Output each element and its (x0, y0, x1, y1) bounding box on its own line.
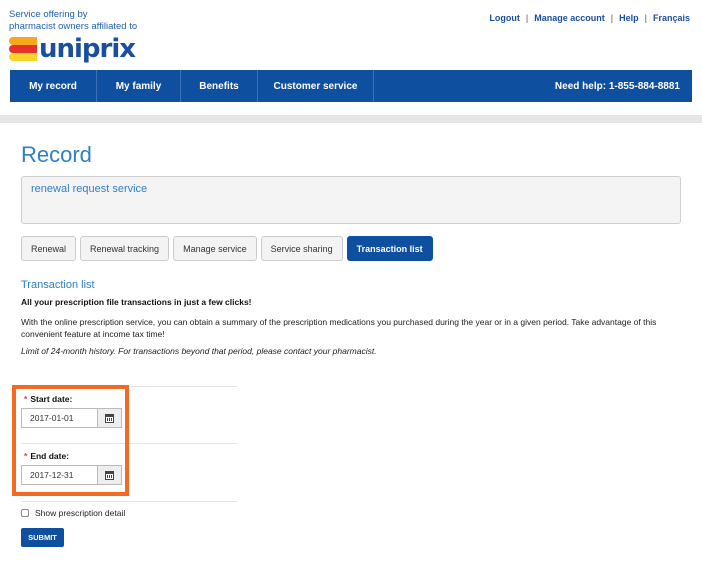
service-offering-text: Service offering by pharmacist owners af… (9, 9, 149, 33)
end-date-label-text: End date: (30, 451, 70, 461)
history-limit-note: Limit of 24-month history. For transacti… (21, 346, 377, 356)
start-date-label: * Start date: (24, 394, 72, 404)
nav-customer-service[interactable]: Customer service (258, 70, 374, 102)
end-date-input[interactable]: 2017-12-31 (21, 465, 122, 485)
record-tabs: Renewal Renewal tracking Manage service … (21, 236, 433, 261)
help-phone: Need help: 1-855-884-8881 (554, 80, 680, 92)
tab-transaction-list[interactable]: Transaction list (346, 236, 433, 261)
offering-line-1: Service offering by (9, 9, 88, 20)
main-nav: My record My family Benefits Customer se… (10, 70, 692, 102)
logout-link[interactable]: Logout (489, 13, 520, 23)
required-marker: * (24, 451, 28, 461)
tab-manage-service[interactable]: Manage service (173, 236, 257, 261)
site-header: Service offering by pharmacist owners af… (0, 0, 702, 115)
form-divider (21, 501, 237, 502)
start-date-label-text: Start date: (30, 394, 73, 404)
logo-text: uniprix (39, 34, 136, 64)
required-marker: * (24, 394, 28, 404)
language-link[interactable]: Français (653, 13, 690, 23)
section-description: With the online prescription service, yo… (21, 317, 657, 339)
show-detail-checkbox[interactable] (21, 509, 29, 517)
logo-stripes-icon (9, 37, 37, 61)
start-date-calendar-button[interactable] (97, 409, 121, 427)
start-date-input[interactable]: 2017-01-01 (21, 408, 122, 428)
end-date-calendar-button[interactable] (97, 466, 121, 484)
calendar-icon (105, 470, 114, 480)
service-box-text: renewal request service (31, 183, 148, 195)
end-date-label: * End date: (24, 451, 69, 461)
tab-renewal[interactable]: Renewal (21, 236, 77, 261)
start-date-value[interactable]: 2017-01-01 (22, 409, 97, 427)
service-box: renewal request service (21, 176, 681, 224)
show-detail-label[interactable]: Show prescription detail (35, 508, 125, 518)
uniprix-logo[interactable]: uniprix (9, 34, 136, 64)
show-detail-row: Show prescription detail (21, 508, 125, 518)
help-link[interactable]: Help (619, 13, 639, 23)
end-date-value[interactable]: 2017-12-31 (22, 466, 97, 484)
section-title: Transaction list (21, 279, 95, 291)
nav-my-family[interactable]: My family (97, 70, 181, 102)
offering-line-2: pharmacist owners affiliated to (9, 21, 138, 32)
tab-renewal-tracking[interactable]: Renewal tracking (80, 236, 170, 261)
calendar-icon (105, 413, 114, 423)
section-subtitle: All your prescription file transactions … (21, 297, 252, 307)
page-title: Record (21, 142, 92, 167)
nav-my-record[interactable]: My record (10, 70, 97, 102)
top-links: Logout | Manage account | Help | Françai… (489, 13, 690, 23)
submit-button[interactable]: SUBMIT (21, 528, 64, 547)
tab-service-sharing[interactable]: Service sharing (260, 236, 343, 261)
header-divider (0, 115, 702, 123)
manage-account-link[interactable]: Manage account (534, 13, 605, 23)
nav-benefits[interactable]: Benefits (181, 70, 258, 102)
